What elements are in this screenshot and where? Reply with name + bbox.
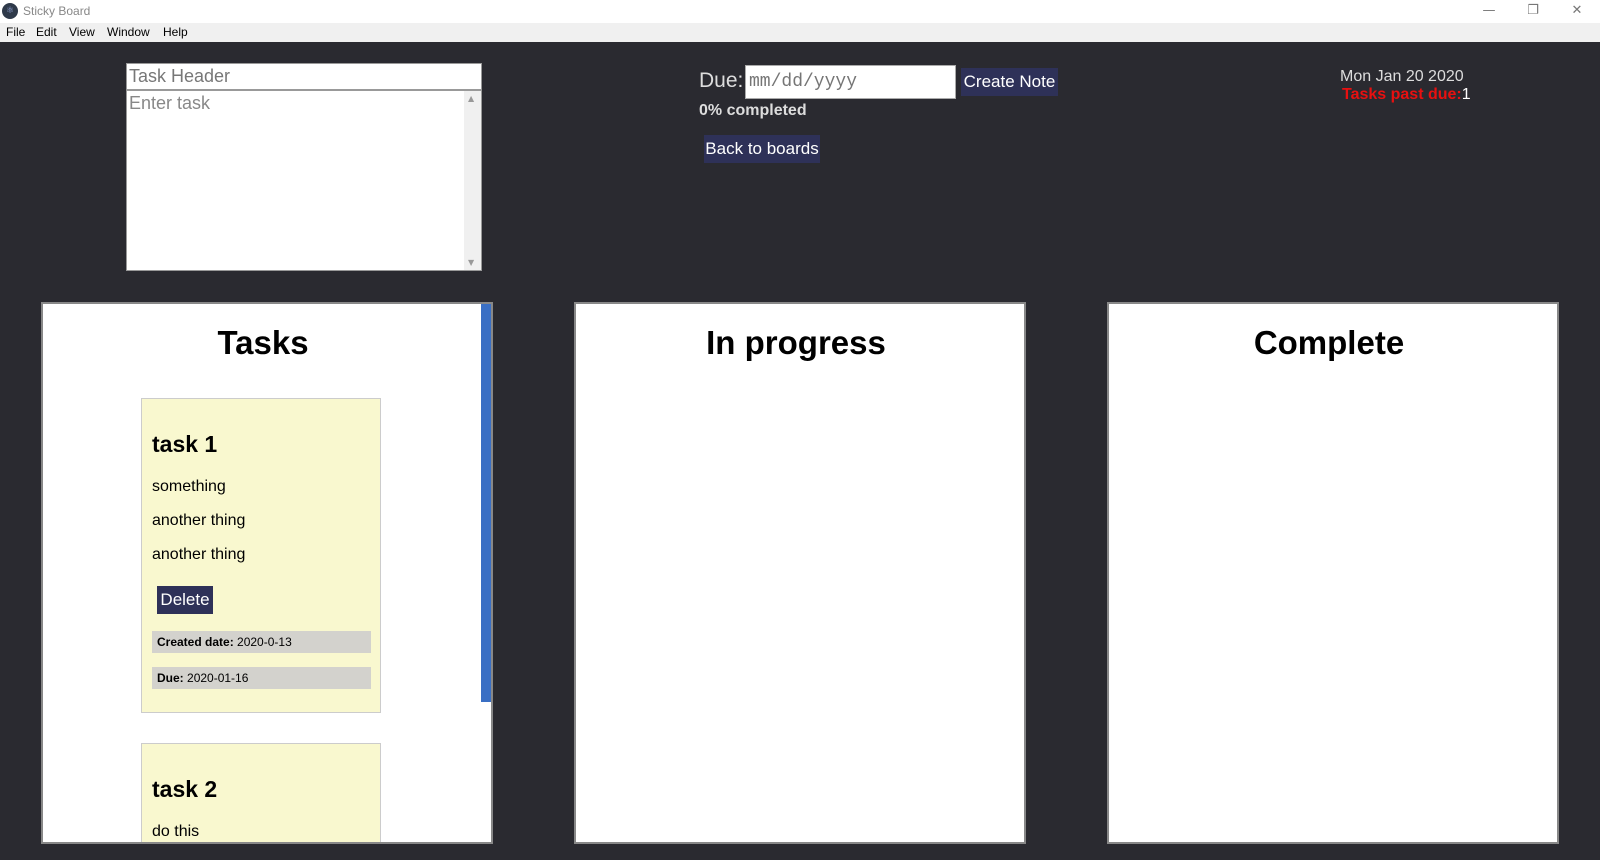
created-date-value: 2020-0-13	[237, 635, 292, 649]
note-title: task 1	[152, 431, 218, 457]
due-date-value: 2020-01-16	[187, 671, 249, 685]
task-body-field: ▲ ▼	[126, 90, 482, 271]
created-date: Created date: 2020-0-13	[152, 631, 371, 653]
past-due-summary: Tasks past due:1	[1342, 86, 1471, 104]
column-scrollbar[interactable]	[481, 304, 491, 702]
past-due-count: 1	[1461, 86, 1471, 103]
note-line: do this	[152, 823, 200, 840]
delete-button[interactable]: Delete	[157, 586, 213, 614]
create-note-button[interactable]: Create Note	[961, 68, 1058, 96]
scroll-down-icon[interactable]: ▼	[468, 258, 474, 267]
menu-edit[interactable]: Edit	[36, 25, 57, 39]
note-line: something	[152, 478, 226, 495]
note-title: task 2	[152, 776, 218, 802]
back-to-boards-button[interactable]: Back to boards	[704, 135, 820, 163]
due-date: Due: 2020-01-16	[152, 667, 371, 689]
column-title: Tasks	[217, 324, 309, 361]
task-header-input[interactable]	[126, 63, 482, 90]
window-title: Sticky Board	[23, 4, 91, 18]
completion-percent: 0% completed	[699, 102, 807, 119]
textarea-scrollbar[interactable]: ▲ ▼	[464, 91, 481, 270]
due-date-input[interactable]	[745, 65, 956, 99]
menu-view[interactable]: View	[69, 25, 95, 39]
atom-icon: ⚛	[2, 3, 18, 19]
complete-column[interactable]: Complete	[1107, 302, 1559, 844]
scroll-up-icon[interactable]: ▲	[468, 94, 474, 103]
note-line: another thing	[152, 546, 246, 563]
menu-bar: File Edit View Window Help	[0, 23, 1600, 42]
task-body-input[interactable]	[127, 91, 464, 270]
minimize-button[interactable]: —	[1466, 0, 1512, 23]
current-date: Mon Jan 20 2020	[1340, 68, 1464, 85]
note-card[interactable]: task 1 something another thing another t…	[141, 398, 381, 713]
note-line: another thing	[152, 512, 246, 529]
note-card[interactable]: task 2 do this	[141, 743, 381, 842]
past-due-label: Tasks past due:	[1342, 86, 1462, 103]
column-title: Complete	[1253, 324, 1405, 361]
due-date-label: Due:	[157, 671, 184, 685]
column-title: In progress	[706, 324, 886, 361]
menu-help[interactable]: Help	[163, 25, 188, 39]
menu-file[interactable]: File	[6, 25, 25, 39]
restore-button[interactable]: ❐	[1510, 0, 1556, 23]
created-date-label: Created date:	[157, 635, 234, 649]
in-progress-column[interactable]: In progress	[574, 302, 1026, 844]
close-button[interactable]: ✕	[1554, 0, 1600, 23]
menu-window[interactable]: Window	[107, 25, 150, 39]
title-bar: ⚛ Sticky Board — ❐ ✕	[0, 0, 1600, 23]
due-label: Due:	[699, 69, 744, 92]
tasks-column[interactable]: Tasks task 1 something another thing ano…	[41, 302, 493, 844]
